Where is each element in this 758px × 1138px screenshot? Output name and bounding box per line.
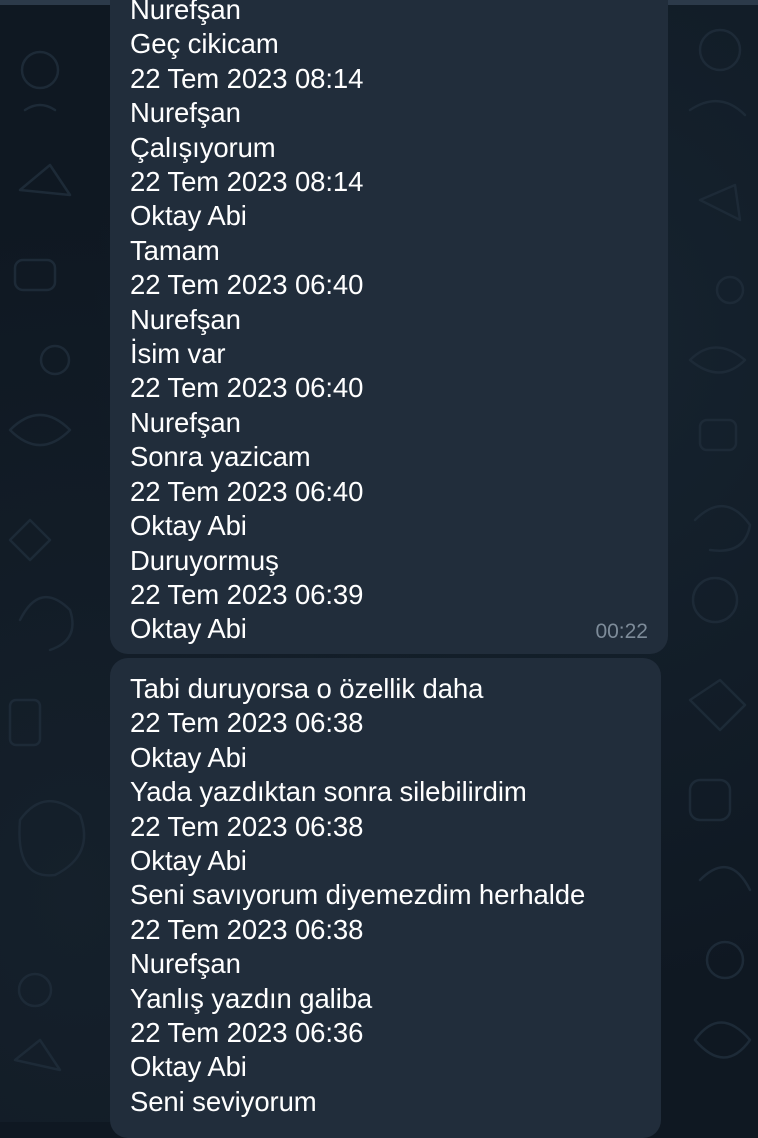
message-text: Tabi duruyorsa o özellik daha 22 Tem 202… <box>130 673 586 1117</box>
message-bubble[interactable]: Tabi duruyorsa o özellik daha 22 Tem 202… <box>110 658 661 1138</box>
message-text: Nurefşan Geç cikicam 22 Tem 2023 08:14 N… <box>130 0 364 645</box>
message-bubble[interactable]: Nurefşan Geç cikicam 22 Tem 2023 08:14 N… <box>110 0 668 654</box>
message-time: 00:22 <box>595 620 648 643</box>
